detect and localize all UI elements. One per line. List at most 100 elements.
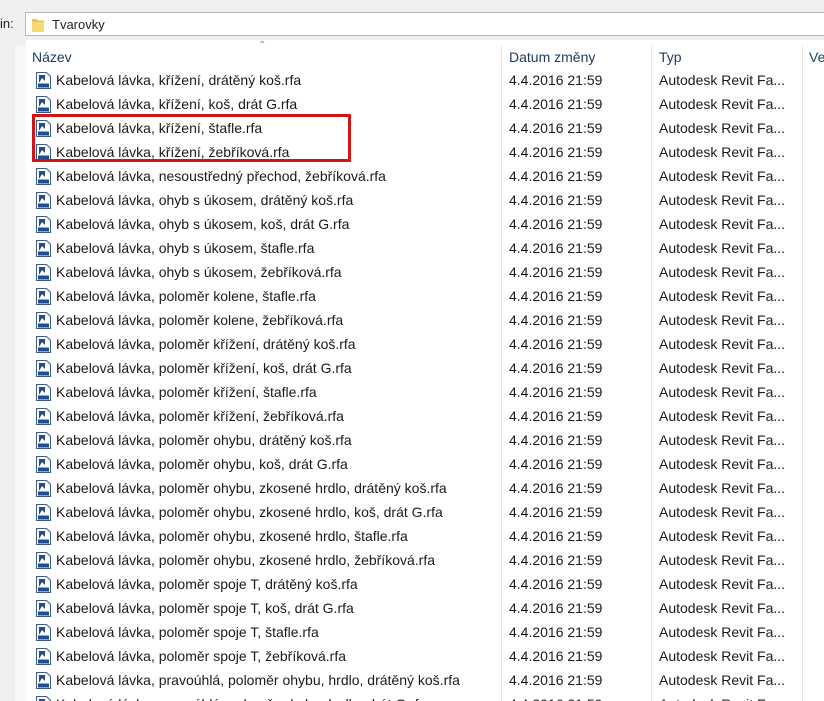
file-row[interactable]: Kabelová lávka, poloměr ohybu, zkosené h… (26, 524, 824, 548)
file-name: Kabelová lávka, pravoúhlá, poloměr ohybu… (56, 692, 496, 701)
file-row[interactable]: Kabelová lávka, poloměr spoje T, štafle.… (26, 620, 824, 644)
revit-family-file-icon (36, 672, 51, 689)
file-type: Autodesk Revit Fa... (659, 336, 786, 352)
file-list[interactable]: ⌃ Název Datum změny Typ Ve Kabelová lávk… (26, 40, 824, 701)
file-type: Autodesk Revit Fa... (659, 480, 786, 496)
revit-family-file-icon (36, 216, 51, 233)
column-header-row: Název Datum změny Typ Ve (26, 46, 824, 70)
revit-family-file-icon (36, 504, 51, 521)
file-name: Kabelová lávka, poloměr ohybu, zkosené h… (56, 504, 443, 520)
file-type: Autodesk Revit Fa... (659, 264, 786, 280)
column-header-name[interactable]: Název (26, 46, 500, 68)
revit-family-file-icon (36, 528, 51, 545)
column-header-type[interactable]: Typ (653, 46, 803, 68)
file-name: Kabelová lávka, poloměr spoje T, koš, dr… (56, 600, 354, 616)
revit-family-file-icon (36, 264, 51, 281)
file-row[interactable]: Kabelová lávka, nesoustředný přechod, že… (26, 164, 824, 188)
file-row[interactable]: Kabelová lávka, poloměr křížení, drátěný… (26, 332, 824, 356)
file-name: Kabelová lávka, poloměr ohybu, zkosené h… (56, 480, 447, 496)
file-type: Autodesk Revit Fa... (659, 312, 786, 328)
file-row[interactable]: Kabelová lávka, pravoúhlá, poloměr ohybu… (26, 692, 824, 701)
file-row[interactable]: Kabelová lávka, poloměr křížení, žebříko… (26, 404, 824, 428)
file-row[interactable]: Kabelová lávka, křížení, žebříková.rfa 4.… (26, 140, 824, 164)
revit-family-file-icon (36, 408, 51, 425)
file-row[interactable]: Kabelová lávka, poloměr spoje T, koš, dr… (26, 596, 824, 620)
file-date: 4.4.2016 21:59 (509, 692, 649, 701)
file-name: Kabelová lávka, křížení, koš, drát G.rfa (56, 96, 298, 112)
file-type: Autodesk Revit Fa... (659, 456, 786, 472)
file-date: 4.4.2016 21:59 (509, 648, 603, 664)
file-date: 4.4.2016 21:59 (509, 360, 603, 376)
file-name: Kabelová lávka, křížení, štafle.rfa (56, 120, 263, 136)
file-date: 4.4.2016 21:59 (509, 240, 603, 256)
file-type: Autodesk Revit Fa... (659, 216, 786, 232)
revit-family-file-icon (36, 384, 51, 401)
column-header-extra[interactable]: Ve (803, 46, 824, 68)
file-name: Kabelová lávka, poloměr spoje T, žebříko… (56, 648, 347, 664)
file-row[interactable]: Kabelová lávka, poloměr kolene, žebříkov… (26, 308, 824, 332)
file-row[interactable]: Kabelová lávka, poloměr ohybu, zkosené h… (26, 500, 824, 524)
file-type: Autodesk Revit Fa... (659, 504, 786, 520)
file-row[interactable]: Kabelová lávka, poloměr spoje T, drátěný… (26, 572, 824, 596)
file-name: Kabelová lávka, poloměr kolene, žebříkov… (56, 312, 344, 328)
column-header-date[interactable]: Datum změny (503, 46, 651, 68)
file-type: Autodesk Revit Fa... (659, 72, 786, 88)
file-name: Kabelová lávka, ohyb s úkosem, žebříková… (56, 264, 342, 280)
file-row[interactable]: Kabelová lávka, křížení, drátěný koš.rfa… (26, 68, 824, 92)
file-date: 4.4.2016 21:59 (509, 312, 603, 328)
file-name: Kabelová lávka, poloměr ohybu, drátěný k… (56, 432, 352, 448)
revit-family-file-icon (36, 168, 51, 185)
file-date: 4.4.2016 21:59 (509, 432, 603, 448)
file-name: Kabelová lávka, poloměr ohybu, koš, drát… (56, 456, 348, 472)
file-date: 4.4.2016 21:59 (509, 384, 603, 400)
folder-icon (32, 19, 44, 32)
file-name: Kabelová lávka, ohyb s úkosem, drátěný k… (56, 192, 354, 208)
file-name: Kabelová lávka, poloměr spoje T, drátěný… (56, 576, 358, 592)
file-type: Autodesk Revit Fa... (659, 96, 786, 112)
revit-family-file-icon (36, 72, 51, 89)
file-row[interactable]: Kabelová lávka, poloměr ohybu, zkosené h… (26, 476, 824, 500)
file-type: Autodesk Revit Fa... (659, 624, 786, 640)
look-in-path-field[interactable]: Tvarovky (25, 12, 824, 36)
file-type: Autodesk Revit Fa... (659, 120, 786, 136)
file-type: Autodesk Revit Fa... (659, 552, 786, 568)
revit-family-file-icon (36, 456, 51, 473)
look-in-path-text: Tvarovky (52, 17, 105, 32)
file-row[interactable]: Kabelová lávka, poloměr ohybu, drátěný k… (26, 428, 824, 452)
file-row[interactable]: Kabelová lávka, poloměr ohybu, koš, drát… (26, 452, 824, 476)
file-name: Kabelová lávka, poloměr kolene, štafle.r… (56, 288, 316, 304)
file-type: Autodesk Revit Fa... (659, 576, 786, 592)
file-row[interactable]: Kabelová lávka, ohyb s úkosem, žebříková… (26, 260, 824, 284)
file-date: 4.4.2016 21:59 (509, 480, 603, 496)
revit-family-file-icon (36, 552, 51, 569)
file-name: Kabelová lávka, poloměr křížení, drátěný… (56, 336, 356, 352)
file-name: Kabelová lávka, křížení, žebříková.rfa (56, 144, 290, 160)
revit-family-file-icon (36, 624, 51, 641)
navigation-pane[interactable] (0, 45, 16, 701)
file-row[interactable]: Kabelová lávka, poloměr kolene, štafle.r… (26, 284, 824, 308)
file-row[interactable]: Kabelová lávka, křížení, koš, drát G.rfa… (26, 92, 824, 116)
file-row[interactable]: Kabelová lávka, poloměr křížení, koš, dr… (26, 356, 824, 380)
file-row[interactable]: Kabelová lávka, poloměr ohybu, zkosené h… (26, 548, 824, 572)
file-type: Autodesk Revit Fa... (659, 360, 786, 376)
file-name: Kabelová lávka, poloměr ohybu, zkosené h… (56, 552, 435, 568)
pane-splitter[interactable] (15, 45, 26, 701)
file-row[interactable]: Kabelová lávka, pravoúhlá, poloměr ohybu… (26, 668, 824, 692)
file-row[interactable]: Kabelová lávka, křížení, štafle.rfa 4.4.2… (26, 116, 824, 140)
revit-family-file-icon (36, 120, 51, 137)
file-date: 4.4.2016 21:59 (509, 72, 603, 88)
file-type: Autodesk Revit Fa... (659, 144, 786, 160)
file-row[interactable]: Kabelová lávka, ohyb s úkosem, koš, drát… (26, 212, 824, 236)
file-name: Kabelová lávka, poloměr křížení, koš, dr… (56, 360, 352, 376)
file-row[interactable]: Kabelová lávka, poloměr křížení, štafle.… (26, 380, 824, 404)
file-date: 4.4.2016 21:59 (509, 528, 603, 544)
file-type: Autodesk Revit Fa... (659, 600, 786, 616)
file-name: Kabelová lávka, ohyb s úkosem, štafle.rf… (56, 240, 315, 256)
file-name: Kabelová lávka, křížení, drátěný koš.rfa (56, 72, 302, 88)
file-date: 4.4.2016 21:59 (509, 552, 603, 568)
file-row[interactable]: Kabelová lávka, poloměr spoje T, žebříko… (26, 644, 824, 668)
file-name: Kabelová lávka, poloměr ohybu, zkosené h… (56, 528, 408, 544)
file-row[interactable]: Kabelová lávka, ohyb s úkosem, drátěný k… (26, 188, 824, 212)
revit-family-file-icon (36, 96, 51, 113)
file-row[interactable]: Kabelová lávka, ohyb s úkosem, štafle.rf… (26, 236, 824, 260)
